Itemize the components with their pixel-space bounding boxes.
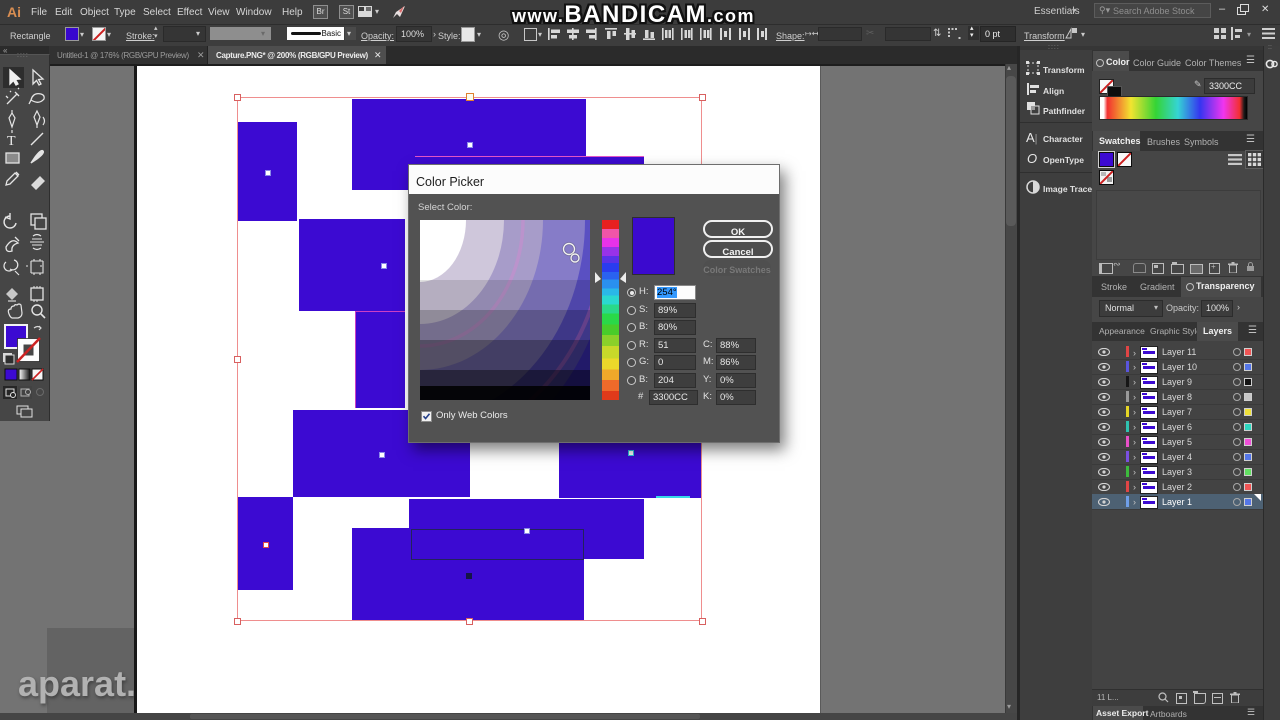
svg-text:T: T bbox=[7, 134, 16, 149]
